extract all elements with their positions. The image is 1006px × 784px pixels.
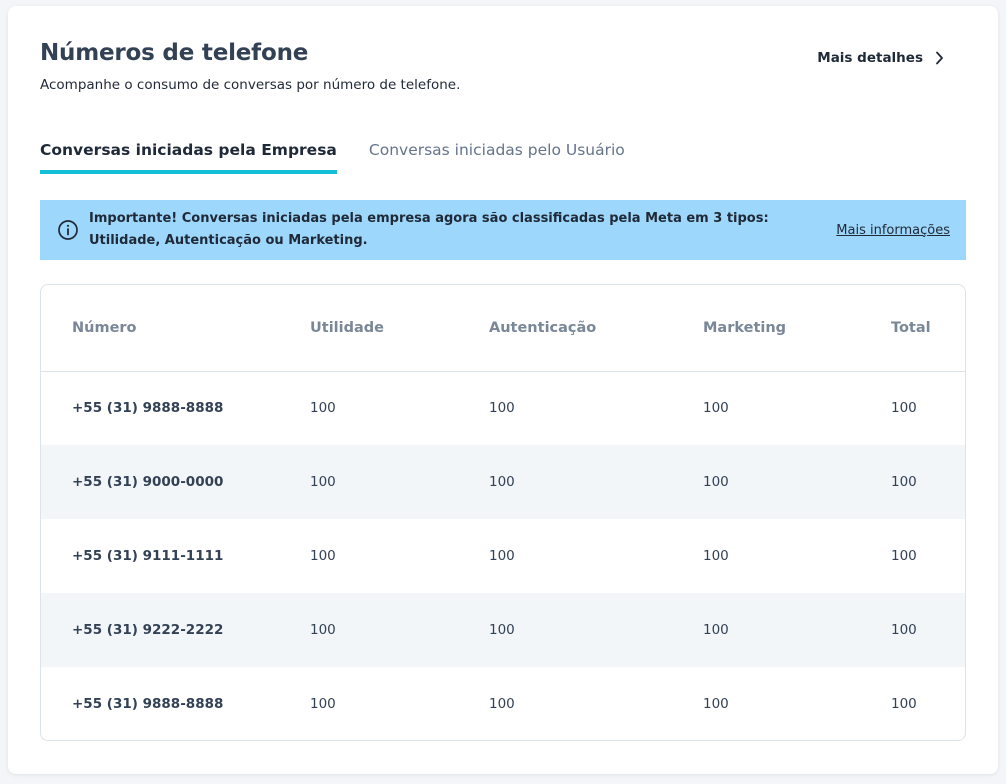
cell-authentication: 100 (489, 696, 515, 712)
column-header-utility: Utilidade (310, 319, 384, 336)
column-header-number: Número (72, 319, 137, 336)
tab-user-initiated[interactable]: Conversas iniciadas pelo Usuário (369, 141, 625, 174)
tab-company-initiated[interactable]: Conversas iniciadas pela Empresa (40, 141, 337, 174)
cell-total: 100 (891, 400, 917, 417)
cell-phone-number: +55 (31) 9000-0000 (72, 474, 224, 490)
consumption-table: Número Utilidade Autenticação Marketing … (40, 284, 966, 741)
cell-utility: 100 (310, 548, 336, 564)
cell-total: 100 (891, 696, 917, 712)
cell-utility: 100 (310, 400, 336, 417)
cell-total: 100 (891, 474, 917, 490)
cell-authentication: 100 (489, 474, 515, 490)
table-row: +55 (31) 9000-0000 100 100 100 100 (41, 445, 965, 519)
table-row: +55 (31) 9888-8888 100 100 100 100 (41, 371, 965, 445)
table-row: +55 (31) 9111-1111 100 100 100 100 (41, 519, 965, 593)
more-details-label: Mais detalhes (817, 50, 923, 66)
cell-utility: 100 (310, 696, 336, 712)
cell-utility: 100 (310, 622, 336, 638)
page-subtitle: Acompanhe o consumo de conversas por núm… (40, 77, 461, 93)
chevron-right-icon (936, 51, 943, 65)
conversation-tabs: Conversas iniciadas pela Empresa Convers… (40, 141, 625, 174)
cell-marketing: 100 (703, 622, 729, 638)
info-circle-icon (58, 220, 78, 240)
cell-authentication: 100 (489, 400, 515, 417)
alert-text: Importante! Conversas iniciadas pela emp… (89, 211, 769, 248)
cell-phone-number: +55 (31) 9111-1111 (72, 548, 224, 564)
cell-marketing: 100 (703, 696, 729, 712)
column-header-total: Total (891, 319, 931, 336)
more-info-link[interactable]: Mais informações (836, 223, 950, 238)
cell-marketing: 100 (703, 548, 729, 564)
cell-marketing: 100 (703, 474, 729, 490)
cell-authentication: 100 (489, 622, 515, 638)
phone-numbers-card: Números de telefone Acompanhe o consumo … (8, 6, 998, 774)
cell-utility: 100 (310, 474, 336, 490)
cell-total: 100 (891, 622, 917, 638)
table-header-row: Número Utilidade Autenticação Marketing … (41, 285, 965, 371)
cell-marketing: 100 (703, 400, 729, 417)
cell-phone-number: +55 (31) 9888-8888 (72, 400, 224, 417)
column-header-authentication: Autenticação (489, 319, 597, 336)
more-details-link[interactable]: Mais detalhes (817, 50, 944, 66)
table-row: +55 (31) 9888-8888 100 100 100 100 (41, 667, 965, 740)
card-header: Números de telefone Acompanhe o consumo … (40, 40, 966, 93)
cell-phone-number: +55 (31) 9888-8888 (72, 696, 224, 712)
cell-phone-number: +55 (31) 9222-2222 (72, 622, 224, 638)
column-header-marketing: Marketing (703, 319, 787, 336)
table-row: +55 (31) 9222-2222 100 100 100 100 (41, 593, 965, 667)
info-alert: Importante! Conversas iniciadas pela emp… (40, 200, 966, 260)
cell-authentication: 100 (489, 548, 515, 564)
cell-total: 100 (891, 548, 917, 564)
